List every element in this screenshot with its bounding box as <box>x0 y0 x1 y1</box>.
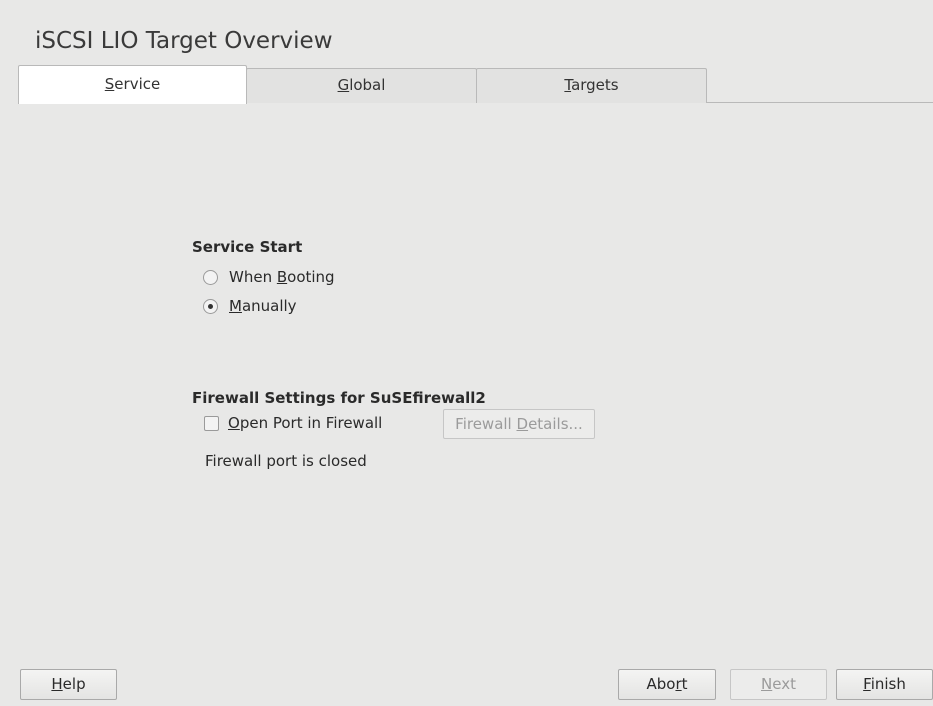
tab-targets-label: argets <box>571 76 619 94</box>
radio-manually-label: Manually <box>229 297 297 315</box>
radio-when-booting-label: When Booting <box>229 268 335 286</box>
abort-button[interactable]: Abort <box>618 669 716 700</box>
tab-bar: Service Global Targets <box>18 65 933 104</box>
service-start-heading: Service Start <box>192 238 303 256</box>
finish-button[interactable]: Finish <box>836 669 933 700</box>
tab-global-label: lobal <box>349 76 386 94</box>
tab-service-shortcut: S <box>104 75 115 93</box>
tab-service-label: ervice <box>114 75 161 93</box>
next-button[interactable]: Next <box>730 669 827 700</box>
window-title: iSCSI LIO Target Overview <box>35 28 333 54</box>
tab-service[interactable]: Service <box>18 65 247 104</box>
open-port-checkbox-label: Open Port in Firewall <box>228 414 383 432</box>
open-port-checkbox[interactable]: Open Port in Firewall <box>204 414 382 432</box>
tab-global[interactable]: Global <box>246 68 477 103</box>
firewall-status-text: Firewall port is closed <box>205 452 367 470</box>
tab-targets[interactable]: Targets <box>476 68 707 103</box>
radio-when-booting[interactable]: When Booting <box>203 268 335 286</box>
firewall-details-button[interactable]: Firewall Details... <box>443 409 595 439</box>
radio-manually-indicator[interactable] <box>203 298 218 314</box>
help-button[interactable]: Help <box>20 669 117 700</box>
firewall-heading: Firewall Settings for SuSEfirewall2 <box>192 389 486 407</box>
tab-global-shortcut: G <box>337 76 350 94</box>
open-port-checkbox-box[interactable] <box>204 415 219 431</box>
radio-when-booting-indicator[interactable] <box>203 269 218 285</box>
radio-manually[interactable]: Manually <box>203 297 297 315</box>
